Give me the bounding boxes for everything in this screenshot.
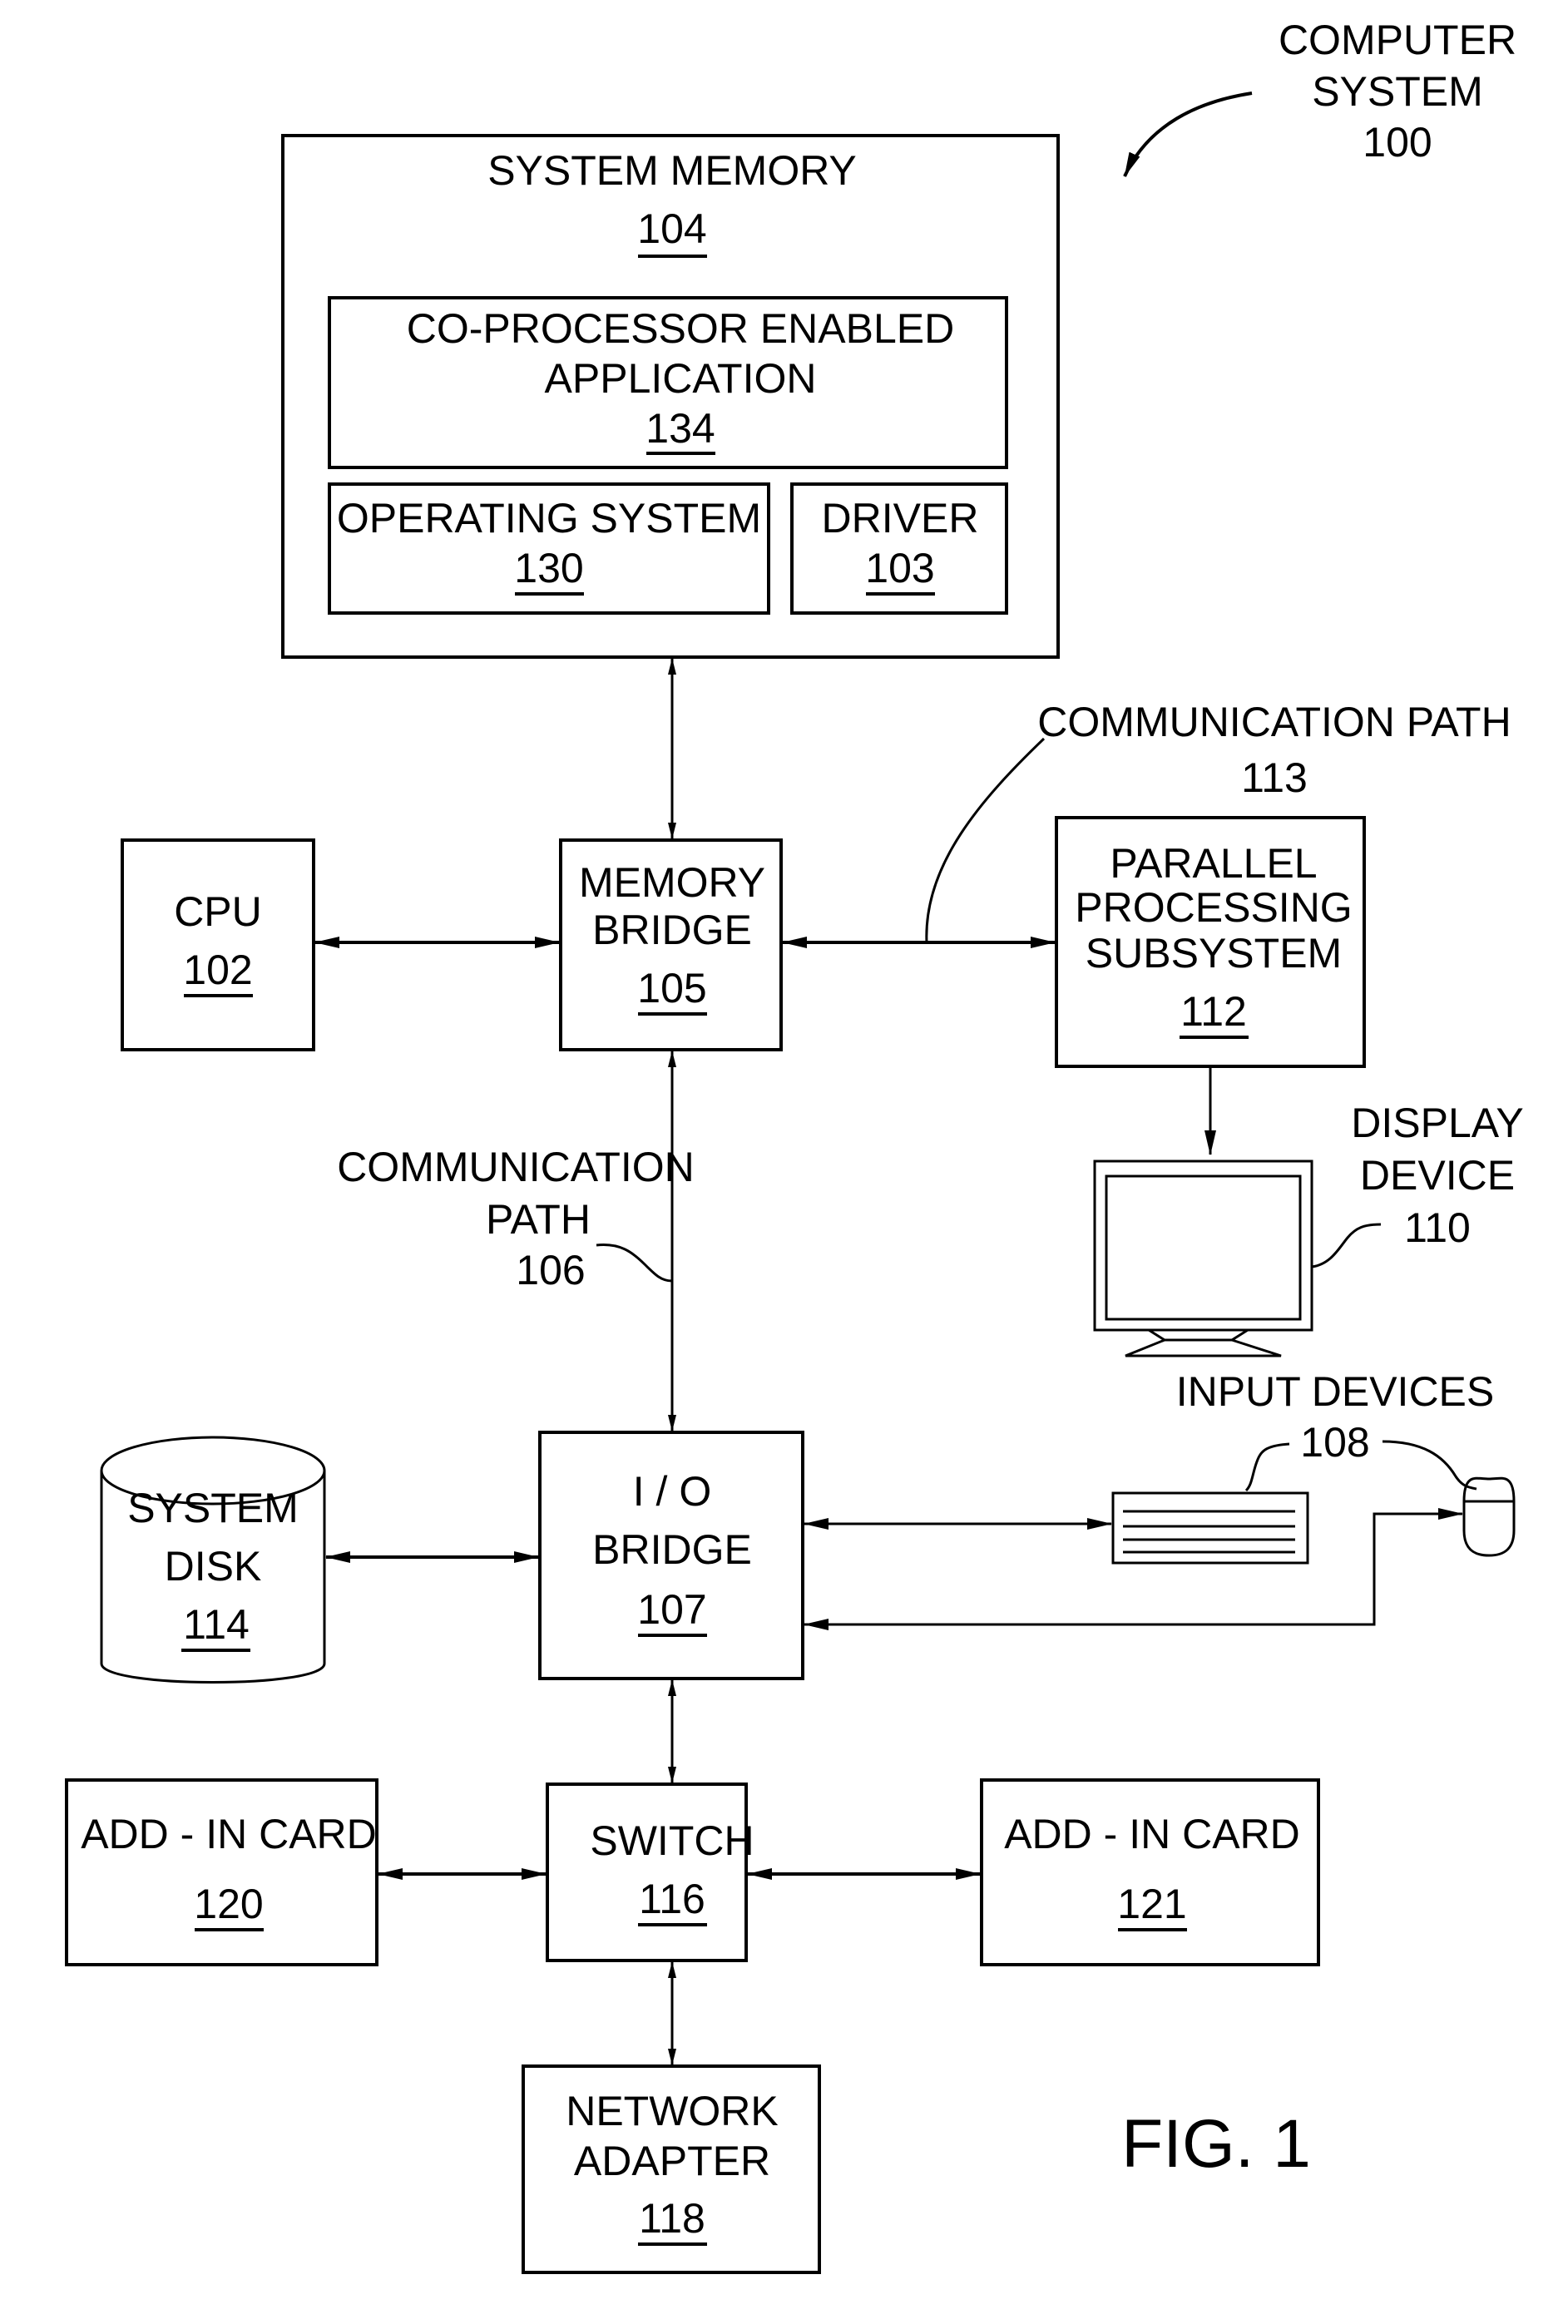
- system-disk-ref: 114: [183, 1601, 250, 1648]
- input-devices-title: INPUT DEVICES: [1176, 1368, 1495, 1415]
- input-devices-ref: 108: [1300, 1419, 1369, 1466]
- computer-system-title-line2: SYSTEM: [1312, 68, 1483, 115]
- communication-path-113-ref: 113: [1241, 754, 1308, 801]
- network-adapter-ref: 118: [639, 2195, 705, 2242]
- figure-label: FIG. 1: [1121, 2106, 1311, 2182]
- operating-system-block[interactable]: OPERATING SYSTEM 130: [328, 482, 770, 615]
- computer-system-title-line1: COMPUTER: [1279, 17, 1516, 63]
- io-bridge-line2: BRIDGE: [592, 1526, 752, 1573]
- add-in-card-120-box[interactable]: [65, 1778, 378, 1966]
- computer-system-label: COMPUTER SYSTEM 100: [1123, 17, 1516, 177]
- parallel-processing-line1: PARALLEL: [1110, 840, 1317, 887]
- switch-box[interactable]: [546, 1783, 748, 1962]
- memory-bridge-line1: MEMORY: [579, 859, 765, 906]
- system-disk-line2: DISK: [165, 1543, 262, 1590]
- add-in-card-120-block[interactable]: ADD - IN CARD 120: [65, 1778, 378, 1966]
- display-device-leader: [1311, 1223, 1382, 1268]
- add-in-card-120-title: ADD - IN CARD: [81, 1811, 377, 1857]
- memory-bridge-ref: 105: [637, 965, 706, 1011]
- input-devices-mouse-leader: [1382, 1440, 1477, 1491]
- switch-block[interactable]: SWITCH 116: [546, 1783, 754, 1962]
- parallel-processing-ref: 112: [1180, 988, 1247, 1035]
- memory-bridge-block[interactable]: MEMORY BRIDGE 105: [559, 838, 783, 1051]
- monitor-neck: [1148, 1328, 1249, 1342]
- cpu-title: CPU: [174, 888, 262, 935]
- system-memory-ref: 104: [637, 205, 706, 252]
- add-in-card-120-ref: 120: [194, 1881, 263, 1927]
- parallel-processing-block[interactable]: PARALLEL PROCESSING SUBSYSTEM 112: [1055, 816, 1366, 1068]
- keyboard-icon[interactable]: [1111, 1491, 1309, 1565]
- switch-title: SWITCH: [590, 1817, 754, 1864]
- network-adapter-block[interactable]: NETWORK ADAPTER 118: [522, 2064, 821, 2274]
- coprocessor-app-block[interactable]: CO-PROCESSOR ENABLED APPLICATION 134: [328, 296, 1008, 469]
- driver-title: DRIVER: [822, 495, 979, 541]
- cpu-ref: 102: [183, 947, 252, 993]
- communication-path-106-line1: COMMUNICATION: [337, 1144, 695, 1190]
- monitor-outer-frame: [1093, 1160, 1313, 1332]
- communication-path-106-leader: [596, 1244, 673, 1283]
- cpu-box[interactable]: [121, 838, 315, 1051]
- computer-system-ref: 100: [1363, 119, 1432, 166]
- communication-path-106-ref: 106: [516, 1247, 585, 1293]
- add-in-card-121-block[interactable]: ADD - IN CARD 121: [980, 1778, 1320, 1966]
- monitor-screen: [1105, 1174, 1302, 1321]
- operating-system-title: OPERATING SYSTEM: [337, 495, 761, 541]
- mouse-body: [1462, 1476, 1516, 1557]
- network-adapter-line2: ADAPTER: [574, 2138, 770, 2184]
- communication-path-113-title: COMMUNICATION PATH: [1037, 699, 1511, 745]
- driver-ref: 103: [865, 545, 934, 591]
- monitor-base: [1125, 1338, 1282, 1357]
- coprocessor-app-line2: APPLICATION: [545, 355, 817, 402]
- computer-system-pointer-arrow: [1123, 91, 1253, 177]
- driver-block[interactable]: DRIVER 103: [790, 482, 1008, 615]
- display-device-line1: DISPLAY: [1351, 1100, 1524, 1146]
- system-disk-block[interactable]: SYSTEM DISK 114: [100, 1436, 326, 1684]
- coprocessor-app-ref: 134: [646, 405, 715, 452]
- display-device-line2: DEVICE: [1360, 1152, 1515, 1199]
- parallel-processing-line3: SUBSYSTEM: [1086, 930, 1342, 977]
- system-disk-line1: SYSTEM: [127, 1485, 299, 1531]
- computer-system-diagram: COMPUTER SYSTEM 100 SYSTEM MEMORY 104 CO…: [65, 17, 1524, 2274]
- display-device-ref: 110: [1404, 1204, 1471, 1251]
- display-device-icon[interactable]: [1093, 1160, 1313, 1357]
- system-memory-title: SYSTEM MEMORY: [487, 147, 857, 194]
- communication-path-106-line2: PATH: [486, 1196, 591, 1243]
- communication-path-113-leader: [925, 737, 1046, 943]
- memory-bridge-line2: BRIDGE: [592, 907, 752, 953]
- parallel-processing-line2: PROCESSING: [1075, 884, 1352, 931]
- input-devices-keyboard-leader: [1244, 1442, 1290, 1492]
- add-in-card-121-title: ADD - IN CARD: [1004, 1811, 1300, 1857]
- add-in-card-121-ref: 121: [1117, 1881, 1186, 1927]
- io-bridge-line1: I / O: [633, 1468, 711, 1515]
- coprocessor-app-line1: CO-PROCESSOR ENABLED: [407, 305, 954, 352]
- network-adapter-line1: NETWORK: [566, 2088, 779, 2134]
- iobridge-mouse-connector: [804, 1508, 1463, 1630]
- switch-ref: 116: [639, 1876, 705, 1922]
- add-in-card-121-box[interactable]: [980, 1778, 1320, 1966]
- cpu-block[interactable]: CPU 102: [121, 838, 315, 1051]
- io-bridge-block[interactable]: I / O BRIDGE 107: [538, 1431, 804, 1680]
- io-bridge-ref: 107: [637, 1586, 706, 1633]
- operating-system-ref: 130: [514, 545, 583, 591]
- mouse-icon[interactable]: [1462, 1476, 1516, 1557]
